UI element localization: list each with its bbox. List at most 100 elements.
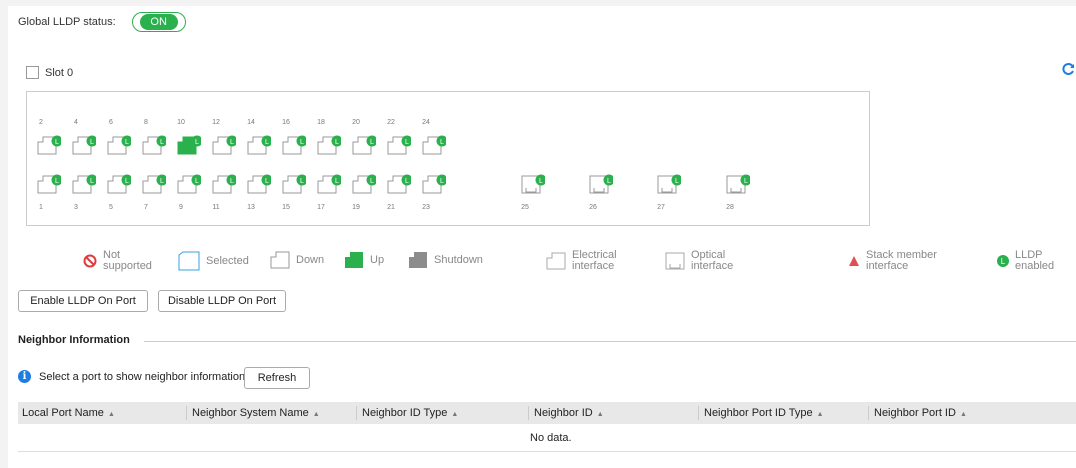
sort-up-icon: ▲ bbox=[451, 411, 459, 418]
port-number: 28 bbox=[726, 204, 734, 211]
legend-optical: Optical interface bbox=[665, 250, 739, 272]
port-number: 1 bbox=[39, 204, 43, 211]
up-port-icon bbox=[345, 252, 363, 268]
port-1[interactable]: L bbox=[37, 174, 63, 194]
port-number: 7 bbox=[144, 204, 148, 211]
port-8[interactable]: L bbox=[142, 135, 168, 155]
enable-lldp-button[interactable]: Enable LLDP On Port bbox=[18, 290, 148, 312]
port-number: 16 bbox=[282, 119, 290, 126]
toggle-on-label: ON bbox=[139, 14, 178, 30]
port-26[interactable]: L bbox=[589, 174, 615, 194]
port-24[interactable]: L bbox=[422, 135, 448, 155]
neighbor-table-header: Local Port Name ▲ Neighbor System Name ▲ N… bbox=[18, 402, 1076, 424]
legend-up-label: Up bbox=[370, 253, 385, 266]
col-label: Neighbor System Name bbox=[192, 407, 309, 419]
port-number: 27 bbox=[657, 204, 665, 211]
col-label: Neighbor ID bbox=[534, 407, 593, 419]
legend-down: Down bbox=[270, 251, 324, 269]
selected-port-icon bbox=[178, 251, 200, 271]
svg-text:L: L bbox=[55, 178, 59, 185]
port-22[interactable]: L bbox=[387, 135, 413, 155]
sort-up-icon: ▲ bbox=[596, 411, 604, 418]
port-10[interactable]: L bbox=[177, 135, 203, 155]
port-16[interactable]: L bbox=[282, 135, 308, 155]
port-number: 18 bbox=[317, 119, 325, 126]
lldp-panel bbox=[8, 6, 1076, 468]
legend-not-supported: Not supported bbox=[83, 250, 159, 272]
refresh-icon[interactable] bbox=[1062, 62, 1076, 76]
legend-not-supported-label: Not supported bbox=[103, 249, 152, 272]
port-11[interactable]: L bbox=[212, 174, 238, 194]
col-neighbor-port-id[interactable]: Neighbor Port ID ▲ bbox=[870, 402, 967, 424]
port-4[interactable]: L bbox=[72, 135, 98, 155]
column-divider bbox=[528, 406, 529, 420]
port-15[interactable]: L bbox=[282, 174, 308, 194]
refresh-button[interactable]: Refresh bbox=[244, 367, 310, 389]
col-label: Local Port Name bbox=[22, 407, 104, 419]
port-27[interactable]: L bbox=[657, 174, 683, 194]
svg-text:L: L bbox=[230, 178, 234, 185]
stack-member-icon bbox=[849, 256, 859, 266]
port-3[interactable]: L bbox=[72, 174, 98, 194]
shutdown-port-icon bbox=[409, 252, 427, 268]
port-2[interactable]: L bbox=[37, 135, 63, 155]
port-19[interactable]: L bbox=[352, 174, 378, 194]
port-25[interactable]: L bbox=[521, 174, 547, 194]
legend: Not supported Selected Down Up Shutdown … bbox=[0, 250, 1076, 276]
col-local-port-name[interactable]: Local Port Name ▲ bbox=[18, 402, 115, 424]
svg-text:L: L bbox=[440, 139, 444, 146]
port-9[interactable]: L bbox=[177, 174, 203, 194]
port-number: 22 bbox=[387, 119, 395, 126]
port-17[interactable]: L bbox=[317, 174, 343, 194]
slot-checkbox[interactable] bbox=[26, 66, 39, 79]
column-divider bbox=[356, 406, 357, 420]
col-neighbor-port-id-type[interactable]: Neighbor Port ID Type ▲ bbox=[700, 402, 824, 424]
port-20[interactable]: L bbox=[352, 135, 378, 155]
svg-text:L: L bbox=[370, 178, 374, 185]
disable-lldp-button[interactable]: Disable LLDP On Port bbox=[158, 290, 286, 312]
port-number: 13 bbox=[247, 204, 255, 211]
svg-text:L: L bbox=[1001, 257, 1006, 266]
global-lldp-row: Global LLDP status: ON bbox=[18, 12, 186, 32]
port-6[interactable]: L bbox=[107, 135, 133, 155]
port-number: 26 bbox=[589, 204, 597, 211]
port-21[interactable]: L bbox=[387, 174, 413, 194]
legend-selected: Selected bbox=[178, 251, 249, 271]
port-18[interactable]: L bbox=[317, 135, 343, 155]
port-5[interactable]: L bbox=[107, 174, 133, 194]
col-neighbor-id-type[interactable]: Neighbor ID Type ▲ bbox=[358, 402, 458, 424]
legend-optical-label: Optical interface bbox=[691, 249, 734, 272]
svg-text:L: L bbox=[265, 139, 269, 146]
down-port-icon bbox=[270, 251, 290, 269]
global-lldp-toggle[interactable]: ON bbox=[131, 12, 186, 32]
port-14[interactable]: L bbox=[247, 135, 273, 155]
col-neighbor-system-name[interactable]: Neighbor System Name ▲ bbox=[188, 402, 320, 424]
lldp-enabled-icon: L bbox=[997, 255, 1009, 267]
svg-text:L: L bbox=[125, 178, 129, 185]
svg-text:L: L bbox=[675, 178, 679, 185]
port-number: 3 bbox=[74, 204, 78, 211]
port-number: 2 bbox=[39, 119, 43, 126]
svg-text:L: L bbox=[335, 139, 339, 146]
legend-selected-label: Selected bbox=[206, 254, 249, 267]
port-28[interactable]: L bbox=[726, 174, 752, 194]
svg-text:L: L bbox=[370, 139, 374, 146]
port-13[interactable]: L bbox=[247, 174, 273, 194]
electrical-interface-icon bbox=[546, 252, 566, 270]
port-number: 11 bbox=[212, 204, 220, 211]
column-divider bbox=[186, 406, 187, 420]
info-row: i Select a port to show neighbor informa… bbox=[18, 370, 248, 383]
svg-text:L: L bbox=[539, 178, 543, 185]
optical-interface-icon bbox=[665, 252, 685, 270]
port-number: 8 bbox=[144, 119, 148, 126]
slot-label: Slot 0 bbox=[45, 66, 74, 79]
svg-text:L: L bbox=[265, 178, 269, 185]
legend-shutdown-label: Shutdown bbox=[434, 253, 483, 266]
port-number: 21 bbox=[387, 204, 395, 211]
col-neighbor-id[interactable]: Neighbor ID ▲ bbox=[530, 402, 604, 424]
port-12[interactable]: L bbox=[212, 135, 238, 155]
port-7[interactable]: L bbox=[142, 174, 168, 194]
port-23[interactable]: L bbox=[422, 174, 448, 194]
port-number: 23 bbox=[422, 204, 430, 211]
port-number: 9 bbox=[179, 204, 183, 211]
